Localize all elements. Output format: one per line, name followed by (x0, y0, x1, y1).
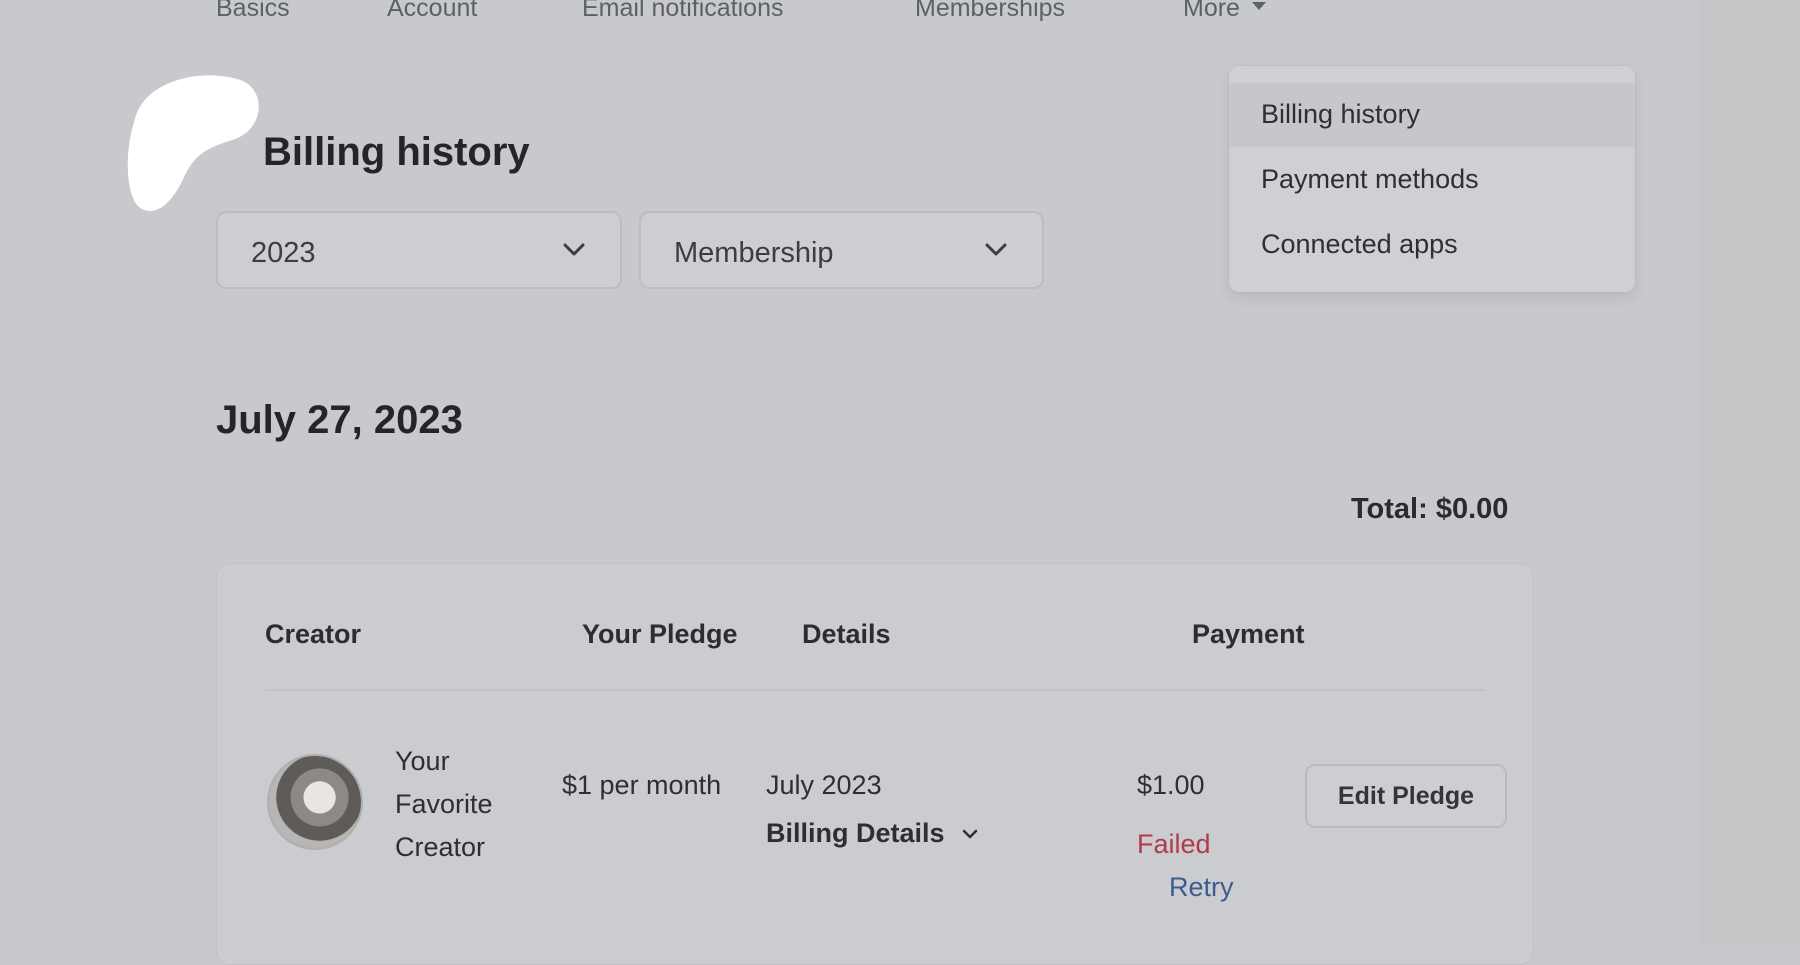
billing-date-heading: July 27, 2023 (216, 398, 463, 442)
creator-avatar[interactable] (267, 754, 363, 850)
pledge-amount: $1 per month (562, 770, 722, 800)
type-select[interactable]: Membership (639, 211, 1044, 289)
type-select-value: Membership (674, 237, 834, 269)
edit-pledge-button[interactable]: Edit Pledge (1305, 764, 1507, 828)
column-header-creator: Creator (265, 619, 362, 649)
caret-down-icon (1251, 2, 1266, 11)
retry-link[interactable]: Retry (1169, 872, 1234, 903)
column-header-payment: Payment (1192, 619, 1305, 649)
chevron-down-icon (984, 242, 1008, 263)
year-select-value: 2023 (251, 237, 316, 269)
column-header-pledge: Your Pledge (582, 619, 738, 649)
tab-basics[interactable]: Basics (216, 0, 290, 23)
page-margin (1699, 0, 1800, 945)
payment-amount: $1.00 (1137, 770, 1205, 800)
menu-item-label: Billing history (1261, 99, 1421, 129)
more-dropdown-menu: Billing history Payment methods Connecte… (1229, 66, 1635, 292)
page-title: Billing history (263, 130, 530, 174)
tab-more[interactable]: More (1183, 0, 1266, 23)
creator-name[interactable]: Your Favorite Creator (395, 740, 525, 869)
chevron-down-icon (562, 242, 586, 263)
tab-memberships[interactable]: Memberships (915, 0, 1065, 23)
menu-item-connected-apps[interactable]: Connected apps (1229, 213, 1635, 277)
year-select[interactable]: 2023 (216, 211, 622, 289)
billing-period: July 2023 (766, 770, 882, 800)
menu-item-label: Connected apps (1261, 229, 1458, 259)
billing-table: Creator Your Pledge Details Payment Your… (216, 563, 1534, 965)
menu-item-label: Payment methods (1261, 164, 1479, 194)
settings-page: Basics Account Email notifications Membe… (47, 0, 1699, 965)
tab-email-notifications[interactable]: Email notifications (582, 0, 783, 23)
billing-total: Total: $0.00 (1351, 493, 1509, 525)
payment-status-failed: Failed (1137, 829, 1211, 859)
column-header-details: Details (802, 619, 891, 649)
billing-details-label: Billing Details (766, 818, 945, 848)
chevron-down-icon (962, 815, 978, 845)
patreon-logo (125, 71, 259, 222)
menu-item-payment-methods[interactable]: Payment methods (1229, 148, 1635, 212)
billing-details-toggle[interactable]: Billing Details (766, 818, 978, 849)
table-divider (265, 689, 1485, 691)
tab-more-label: More (1183, 0, 1240, 22)
tab-account[interactable]: Account (387, 0, 477, 23)
menu-item-billing-history[interactable]: Billing history (1229, 83, 1635, 147)
